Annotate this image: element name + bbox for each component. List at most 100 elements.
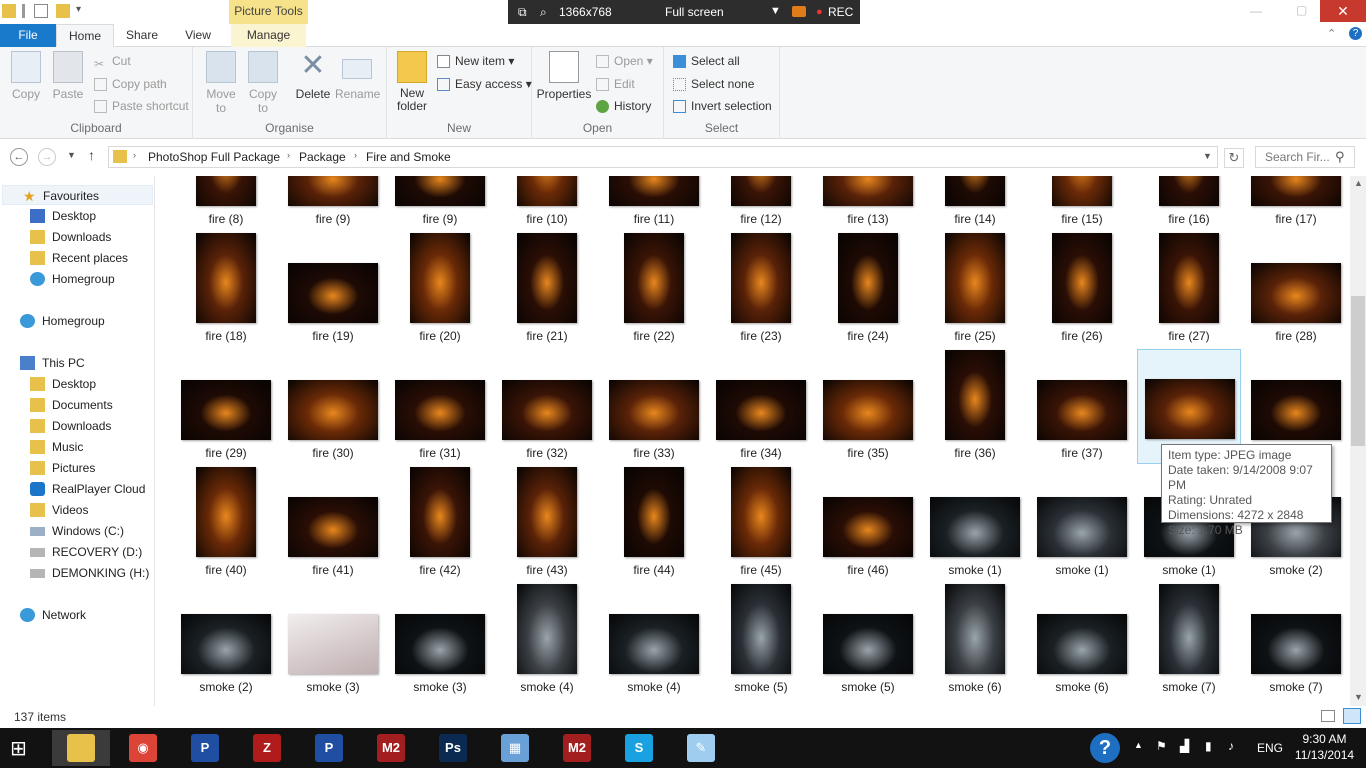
camera-icon[interactable] bbox=[792, 6, 806, 17]
scroll-up-icon[interactable]: ▲ bbox=[1354, 178, 1363, 188]
paste-shortcut-button[interactable]: Paste shortcut bbox=[94, 97, 189, 115]
new-folder-button[interactable]: New folder bbox=[393, 51, 431, 113]
file-item[interactable]: smoke (6) bbox=[923, 583, 1027, 698]
file-item[interactable]: fire (25) bbox=[923, 232, 1027, 347]
tab-share[interactable]: Share bbox=[114, 24, 170, 47]
tab-view[interactable]: View bbox=[170, 24, 226, 47]
volume-icon[interactable]: ♪ bbox=[1228, 739, 1234, 753]
file-item[interactable]: smoke (4) bbox=[602, 583, 706, 698]
file-item[interactable]: fire (46) bbox=[816, 466, 920, 581]
close-button[interactable]: ✕ bbox=[1320, 0, 1366, 22]
taskbar-app-p-button[interactable]: P bbox=[176, 730, 234, 766]
move-to-button[interactable]: Move to bbox=[203, 51, 239, 115]
file-item[interactable]: fire (23) bbox=[709, 232, 813, 347]
taskbar-chrome-button[interactable]: ◉ bbox=[114, 730, 172, 766]
file-item[interactable]: fire (30) bbox=[281, 349, 385, 464]
file-item[interactable]: fire (21) bbox=[495, 232, 599, 347]
back-button[interactable]: ← bbox=[10, 148, 28, 166]
file-item[interactable]: fire (13) bbox=[816, 176, 920, 230]
chevron-right-icon[interactable]: › bbox=[287, 150, 290, 160]
collapse-ribbon-icon[interactable]: ⌃ bbox=[1327, 27, 1336, 40]
breadcrumb-item[interactable]: Fire and Smoke bbox=[366, 150, 451, 164]
language-indicator[interactable]: ENG bbox=[1257, 741, 1283, 755]
file-item[interactable]: fire (15) bbox=[1030, 176, 1134, 230]
file-item[interactable]: fire (22) bbox=[602, 232, 706, 347]
file-item[interactable]: smoke (3) bbox=[388, 583, 492, 698]
file-item[interactable]: fire (9) bbox=[388, 176, 492, 230]
forward-button[interactable]: → bbox=[38, 148, 56, 166]
file-item[interactable]: fire (36) bbox=[923, 349, 1027, 464]
properties-button[interactable]: Properties bbox=[536, 51, 592, 101]
invert-selection-button[interactable]: Invert selection bbox=[673, 97, 772, 115]
cut-button[interactable]: ✂ Cut bbox=[94, 52, 131, 71]
open-button[interactable]: Open ▾ bbox=[596, 52, 653, 70]
details-view-icon[interactable] bbox=[1321, 710, 1335, 722]
new-item-button[interactable]: New item ▾ bbox=[437, 52, 514, 70]
paste-button[interactable]: Paste bbox=[50, 51, 86, 101]
chevron-down-icon[interactable]: ▼ bbox=[1203, 151, 1212, 161]
show-hidden-icons-icon[interactable]: ▲ bbox=[1134, 740, 1143, 750]
file-item[interactable]: fire (32) bbox=[495, 349, 599, 464]
taskbar-notepad-button[interactable]: ✎ bbox=[672, 730, 730, 766]
tab-file[interactable]: File bbox=[0, 24, 56, 47]
taskbar-photoshop-button[interactable]: Ps bbox=[424, 730, 482, 766]
file-item[interactable]: fire (37) bbox=[1030, 349, 1134, 464]
file-item[interactable]: smoke (4) bbox=[495, 583, 599, 698]
chevron-right-icon[interactable]: › bbox=[354, 150, 357, 160]
taskbar-app-m2-button[interactable]: M2 bbox=[362, 730, 420, 766]
file-item[interactable]: fire (10) bbox=[495, 176, 599, 230]
file-item[interactable]: fire (8) bbox=[174, 176, 278, 230]
file-item[interactable]: fire (18) bbox=[174, 232, 278, 347]
file-item[interactable]: fire (33) bbox=[602, 349, 706, 464]
file-item[interactable]: fire (11) bbox=[602, 176, 706, 230]
nav-favourites[interactable]: ★ Favourites bbox=[2, 185, 153, 205]
chevron-down-icon[interactable]: ▼ bbox=[770, 5, 781, 17]
file-item[interactable]: fire (12) bbox=[709, 176, 813, 230]
vertical-scrollbar[interactable]: ▲ ▼ bbox=[1350, 176, 1366, 706]
refresh-icon[interactable]: ↻ bbox=[1224, 148, 1244, 168]
maximize-button[interactable]: ▢ bbox=[1296, 3, 1307, 17]
taskbar-file-explorer-button[interactable] bbox=[52, 730, 110, 766]
help-icon[interactable]: ? bbox=[1349, 27, 1362, 40]
file-item[interactable]: fire (17) bbox=[1244, 176, 1348, 230]
recorder-mode[interactable]: Full screen bbox=[665, 5, 724, 19]
copy-button[interactable]: Copy bbox=[8, 51, 44, 101]
taskbar-app-p-button[interactable]: P bbox=[300, 730, 358, 766]
file-item[interactable]: fire (45) bbox=[709, 466, 813, 581]
address-bar[interactable]: › PhotoShop Full Package › Package › Fir… bbox=[108, 146, 1218, 168]
edit-button[interactable]: Edit bbox=[596, 75, 635, 93]
tab-manage[interactable]: Manage bbox=[231, 24, 306, 47]
window-icon[interactable]: ⧉ bbox=[518, 5, 527, 20]
new-folder-quick-icon[interactable] bbox=[56, 4, 70, 18]
taskbar-app-m2-button[interactable]: M2 bbox=[548, 730, 606, 766]
file-item[interactable]: smoke (5) bbox=[816, 583, 920, 698]
breadcrumb-item[interactable]: Package bbox=[299, 150, 346, 164]
file-item[interactable]: fire (16) bbox=[1137, 176, 1241, 230]
tab-home[interactable]: Home bbox=[56, 24, 114, 47]
taskbar-skype-button[interactable]: S bbox=[610, 730, 668, 766]
file-item[interactable]: smoke (1) bbox=[1030, 466, 1134, 581]
file-item[interactable]: smoke (2) bbox=[174, 583, 278, 698]
properties-quick-icon[interactable] bbox=[34, 4, 48, 18]
file-item[interactable]: fire (43) bbox=[495, 466, 599, 581]
copy-path-button[interactable]: Copy path bbox=[94, 75, 167, 93]
chevron-right-icon[interactable]: › bbox=[133, 150, 136, 160]
network-signal-icon[interactable]: ▟ bbox=[1180, 739, 1189, 753]
breadcrumb-item[interactable]: PhotoShop Full Package bbox=[148, 150, 280, 164]
file-item[interactable]: fire (27) bbox=[1137, 232, 1241, 347]
clock[interactable]: 9:30 AM 11/13/2014 bbox=[1287, 731, 1362, 763]
file-item[interactable]: fire (14) bbox=[923, 176, 1027, 230]
file-item[interactable]: fire (28) bbox=[1244, 232, 1348, 347]
windows-start-icon[interactable]: ⊞ bbox=[10, 736, 27, 761]
file-item[interactable]: smoke (5) bbox=[709, 583, 813, 698]
file-item[interactable]: fire (35) bbox=[816, 349, 920, 464]
easy-access-button[interactable]: Easy access ▾ bbox=[437, 75, 532, 93]
file-item[interactable]: fire (19) bbox=[281, 232, 385, 347]
delete-button[interactable]: ✕ Delete bbox=[293, 51, 333, 102]
folder-icon[interactable] bbox=[2, 4, 16, 18]
file-item[interactable]: smoke (6) bbox=[1030, 583, 1134, 698]
file-item[interactable]: fire (42) bbox=[388, 466, 492, 581]
file-item[interactable]: fire (9) bbox=[281, 176, 385, 230]
file-item[interactable]: fire (26) bbox=[1030, 232, 1134, 347]
minimize-button[interactable]: — bbox=[1250, 4, 1262, 18]
